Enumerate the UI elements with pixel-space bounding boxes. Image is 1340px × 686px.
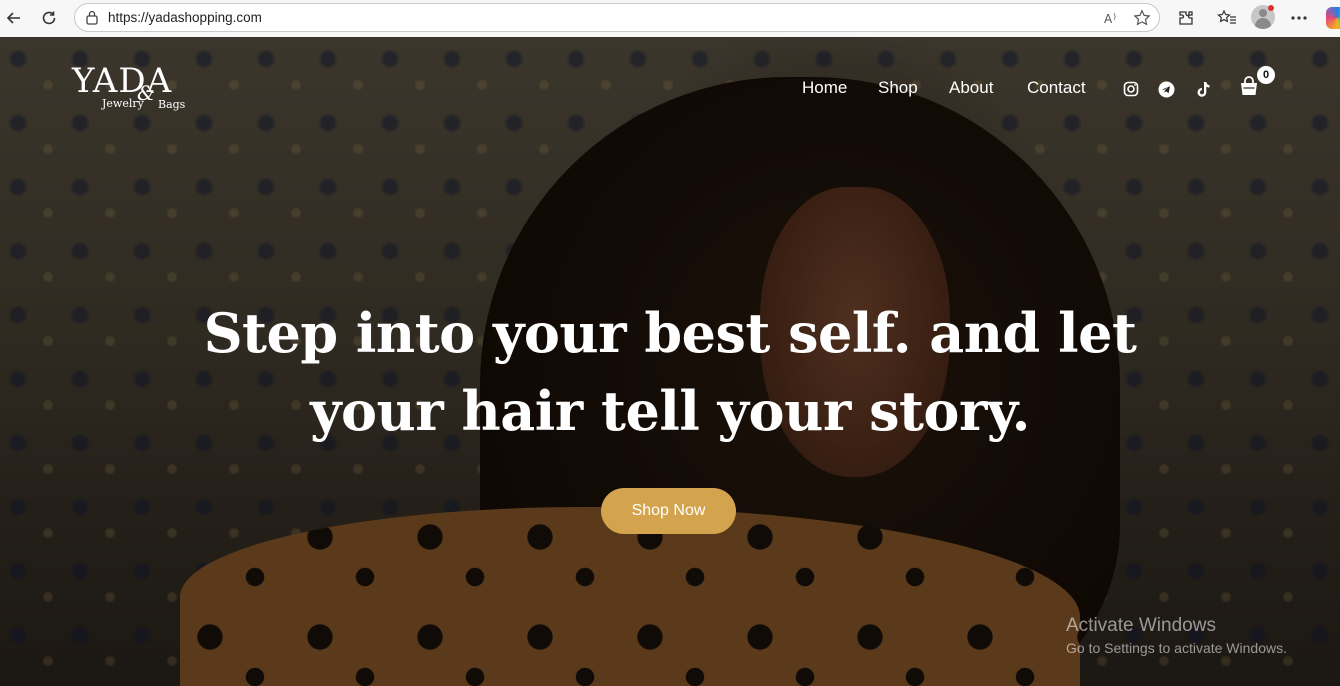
- svg-text:A: A: [1104, 12, 1113, 25]
- nav-home[interactable]: Home: [802, 78, 847, 98]
- site-logo[interactable]: YADA & Jewelry Bags: [72, 61, 187, 115]
- url-text: https://yadashopping.com: [108, 10, 262, 25]
- extensions-icon[interactable]: [1175, 7, 1197, 29]
- activate-windows-title: Activate Windows: [1066, 615, 1216, 636]
- hero-headline-line2: your hair tell your story.: [310, 379, 1030, 443]
- copilot-icon[interactable]: [1326, 7, 1340, 29]
- lock-icon: [85, 10, 99, 30]
- hero-headline-line1: Step into your best self. and let: [203, 301, 1137, 365]
- reload-button[interactable]: [37, 6, 61, 30]
- nav-shop[interactable]: Shop: [878, 78, 918, 98]
- more-menu-icon[interactable]: [1288, 7, 1310, 29]
- shop-now-button[interactable]: Shop Now: [601, 488, 736, 534]
- logo-bags-text: Bags: [158, 98, 186, 111]
- cart-count-badge: 0: [1257, 66, 1275, 84]
- favorite-star-icon[interactable]: [1133, 9, 1151, 27]
- address-bar[interactable]: https://yadashopping.com A): [74, 3, 1160, 32]
- nav-contact[interactable]: Contact: [1027, 78, 1086, 98]
- hero-section: YADA & Jewelry Bags Home Shop About Cont…: [0, 37, 1340, 686]
- logo-jewelry-text: Jewelry: [102, 97, 144, 110]
- back-arrow-icon: [6, 12, 20, 24]
- instagram-icon[interactable]: [1123, 81, 1139, 97]
- reload-icon: [42, 11, 56, 25]
- hero-headline: Step into your best self. and let your h…: [200, 294, 1140, 450]
- telegram-icon[interactable]: [1158, 81, 1175, 98]
- back-button[interactable]: [2, 6, 26, 30]
- tiktok-icon[interactable]: [1195, 81, 1211, 97]
- browser-toolbar: https://yadashopping.com A): [0, 0, 1340, 38]
- nav-about[interactable]: About: [949, 78, 993, 98]
- svg-text:): ): [1113, 12, 1116, 21]
- favorites-list-icon[interactable]: [1216, 7, 1238, 29]
- logo-main-text: YADA: [72, 61, 173, 101]
- read-aloud-icon[interactable]: A): [1103, 9, 1121, 27]
- notification-dot: [1268, 5, 1274, 11]
- activate-windows-subtitle: Go to Settings to activate Windows.: [1066, 640, 1287, 656]
